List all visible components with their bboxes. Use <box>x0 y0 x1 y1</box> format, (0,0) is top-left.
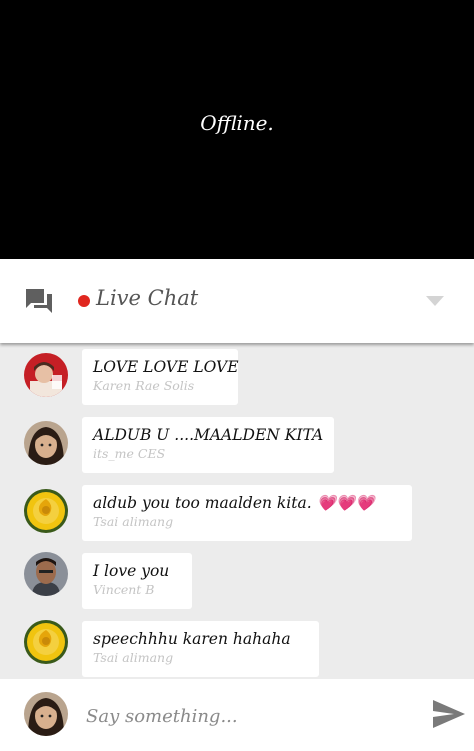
avatar <box>24 421 68 465</box>
chat-message: aldub you too maalden kita. 💗💗💗 Tsai ali… <box>0 484 474 544</box>
avatar <box>24 620 68 664</box>
message-author: Tsai alimang <box>93 514 174 529</box>
video-player[interactable]: Offline. <box>0 0 474 259</box>
heart-emoji-icon: 💗💗💗 <box>316 494 375 512</box>
caret-down-icon[interactable] <box>426 296 444 307</box>
chat-message: speechhhu karen hahaha Tsai alimang <box>0 620 474 679</box>
chat-title: Live Chat <box>96 286 199 310</box>
message-composer <box>0 679 474 751</box>
message-text: I love you <box>93 562 170 580</box>
chat-header: Live Chat <box>0 259 474 343</box>
message-text-body: aldub you too maalden kita. <box>93 494 312 512</box>
chat-bubbles-icon <box>26 289 52 313</box>
avatar <box>24 552 68 596</box>
avatar <box>24 489 68 533</box>
message-bubble: ALDUB U ....MAALDEN KITA its_me CES <box>82 417 334 473</box>
message-text: aldub you too maalden kita. 💗💗💗 <box>93 493 400 513</box>
message-bubble: I love you Vincent B <box>82 553 192 609</box>
chat-message: ALDUB U ....MAALDEN KITA its_me CES <box>0 416 474 476</box>
chat-message-list[interactable]: LOVE LOVE LOVE Karen Rae Solis ALDUB U .… <box>0 343 474 679</box>
player-status-text: Offline. <box>200 110 274 135</box>
send-arrow-icon <box>433 700 465 728</box>
message-text: LOVE LOVE LOVE <box>93 358 239 376</box>
chat-message: LOVE LOVE LOVE Karen Rae Solis <box>0 348 474 408</box>
message-author: Vincent B <box>93 582 155 597</box>
avatar <box>24 692 68 736</box>
message-author: its_me CES <box>93 446 166 461</box>
message-author: Tsai alimang <box>93 650 174 665</box>
message-text: speechhhu karen hahaha <box>93 630 291 648</box>
message-bubble: LOVE LOVE LOVE Karen Rae Solis <box>82 349 239 405</box>
message-bubble: aldub you too maalden kita. 💗💗💗 Tsai ali… <box>82 485 412 541</box>
message-bubble: speechhhu karen hahaha Tsai alimang <box>82 621 319 677</box>
message-author: Karen Rae Solis <box>93 378 195 393</box>
avatar <box>24 353 68 397</box>
message-input[interactable] <box>86 699 406 733</box>
chat-message: I love you Vincent B <box>0 552 474 612</box>
live-indicator-dot <box>78 295 90 307</box>
message-text: ALDUB U ....MAALDEN KITA <box>93 426 324 444</box>
send-button[interactable] <box>432 699 466 729</box>
